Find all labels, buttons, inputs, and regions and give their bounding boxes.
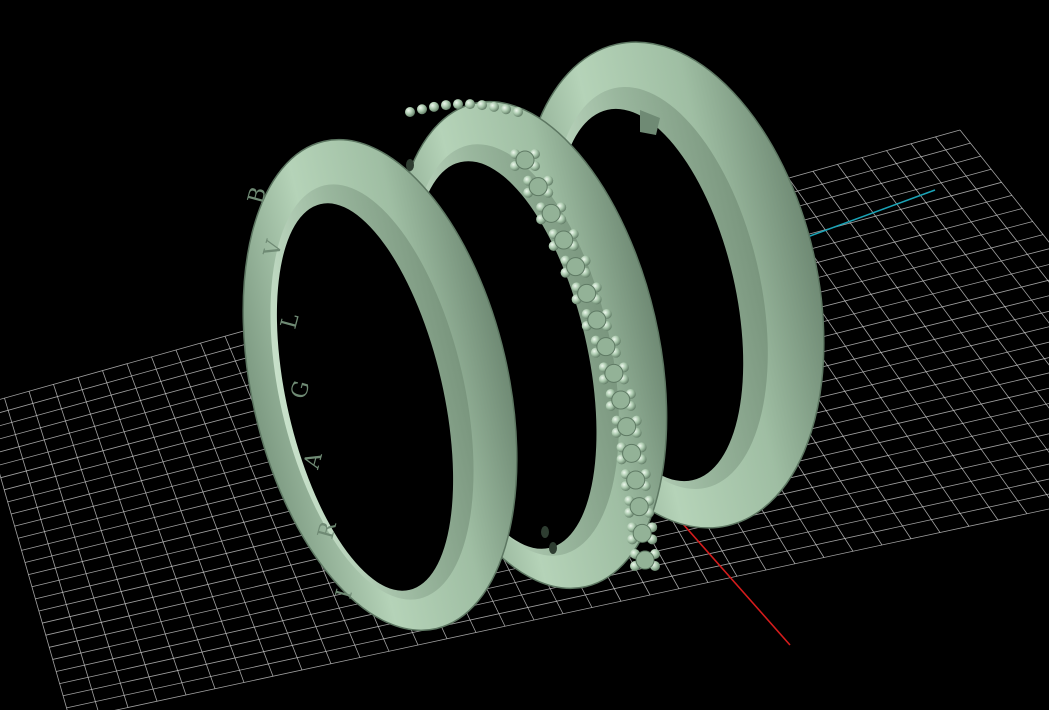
stone-setting xyxy=(528,177,548,197)
pave-bead xyxy=(429,101,439,112)
stone-setting xyxy=(611,390,631,410)
stone-setting xyxy=(541,203,561,223)
grid-line xyxy=(861,157,1049,409)
stone-setting xyxy=(566,257,586,277)
stone-setting xyxy=(587,310,607,330)
grid-line xyxy=(0,473,68,710)
pave-bead xyxy=(489,101,499,112)
stone-setting xyxy=(617,417,637,437)
pave-bead xyxy=(405,107,415,117)
side-hole xyxy=(406,159,414,171)
pave-bead xyxy=(513,107,523,117)
grid-line xyxy=(935,136,1049,283)
stone-setting xyxy=(515,150,535,170)
scene-canvas[interactable]: BVLGARI xyxy=(0,0,1049,710)
grid-line xyxy=(4,398,99,710)
stone-setting xyxy=(629,497,649,517)
pave-bead xyxy=(453,99,463,110)
pave-bead xyxy=(501,104,511,115)
pave-bead xyxy=(477,100,487,111)
grid-line xyxy=(886,150,1049,366)
side-hole xyxy=(549,542,557,554)
stone-setting xyxy=(632,523,652,543)
grid-line xyxy=(959,129,1049,243)
3d-viewport[interactable]: BVLGARI xyxy=(0,0,1049,710)
pave-bead xyxy=(465,99,475,110)
stone-setting xyxy=(622,443,642,463)
stone-setting xyxy=(577,283,597,303)
pave-bead xyxy=(441,100,451,111)
pave-bead xyxy=(417,104,427,115)
stone-setting xyxy=(604,363,624,383)
stone-setting xyxy=(635,550,655,570)
stone-setting xyxy=(626,470,646,490)
stone-setting xyxy=(596,337,616,357)
stone-setting xyxy=(554,230,574,250)
engraved-letter: B xyxy=(244,184,272,206)
side-hole xyxy=(541,526,549,538)
